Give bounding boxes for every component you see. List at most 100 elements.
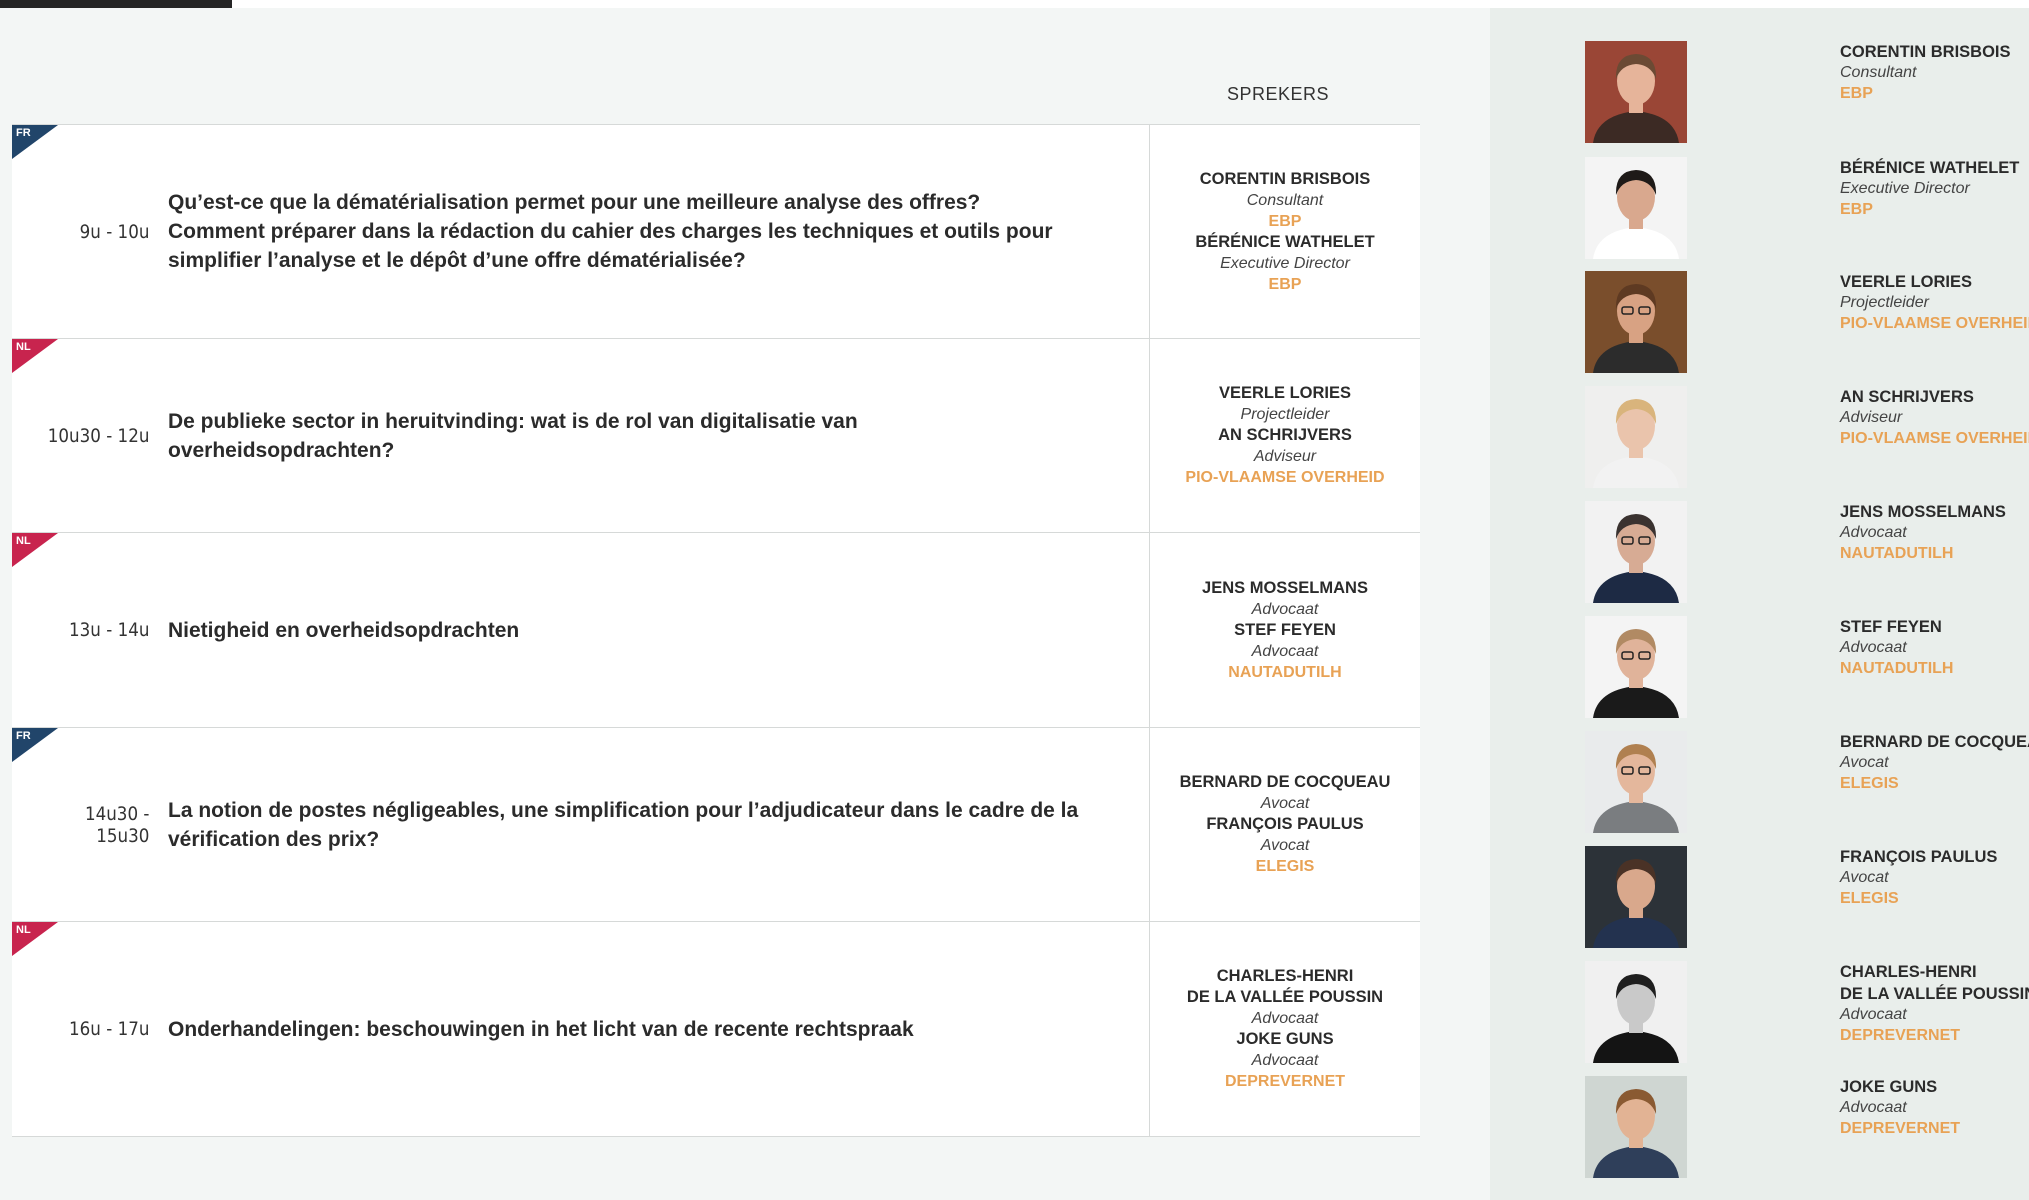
language-tag-label: NL xyxy=(16,924,31,936)
session-speakers: CHARLES-HENRI DE LA VALLÉE POUSSIN Advocaa… xyxy=(1149,922,1420,1136)
speaker-info: BERNARD DE COCQUEAU Avocat ELEGIS xyxy=(1840,731,2029,795)
session-title: De publieke sector in heruitvinding: wat… xyxy=(160,407,1149,465)
session-title: Onderhandelingen: beschouwingen in het l… xyxy=(160,1015,1149,1044)
speaker-role: Avocat xyxy=(1840,754,1889,771)
language-tag-label: FR xyxy=(16,730,31,742)
session-title-line: Nietigheid en overheidsopdrachten xyxy=(168,618,520,642)
speaker-name: FRANÇOIS PAULUS xyxy=(1206,815,1364,833)
speaker-organization: NAUTADUTILH xyxy=(1840,545,1954,562)
language-tag: NL xyxy=(12,533,58,567)
portrait-icon xyxy=(1585,271,1687,373)
speaker-name: JENS MOSSELMANS xyxy=(1202,578,1368,597)
speaker-info: AN SCHRIJVERS Adviseur PIO-VLAAMSE OVERHEI… xyxy=(1840,386,2029,450)
speaker-role: Consultant xyxy=(1840,64,1917,81)
speaker-photo xyxy=(1585,731,1687,833)
portrait-icon xyxy=(1585,1076,1687,1178)
speaker-role: Advocaat xyxy=(1840,524,1907,541)
speaker-org: EBP xyxy=(1268,275,1302,293)
speaker-card: JOKE GUNS Advocaat DEPREVERNET xyxy=(1585,1076,2005,1178)
speaker-name: AN SCHRIJVERS xyxy=(1218,426,1352,444)
language-tag-label: NL xyxy=(16,341,31,353)
session-title: La notion de postes négligeables, une si… xyxy=(160,796,1149,854)
agenda-section: SPREKERS FR 9u - 10u Qu’est-ce que la déma… xyxy=(0,8,1490,1200)
speaker-org: NAUTADUTILH xyxy=(1228,663,1342,681)
speaker-name: STEF FEYEN xyxy=(1234,620,1336,639)
speaker-role: Advocaat xyxy=(1840,1006,1907,1023)
speaker-name: CHARLES-HENRI xyxy=(1840,963,1977,981)
agenda-row: NL 16u - 17u Onderhandelingen: beschouwing… xyxy=(12,922,1420,1137)
speaker-name: FRANÇOIS PAULUS xyxy=(1840,848,1998,866)
session-time: 16u - 17u xyxy=(69,1018,150,1040)
speaker-photo xyxy=(1585,386,1687,488)
portrait-icon xyxy=(1585,157,1687,259)
session-speakers: JENS MOSSELMANS Advocaat STEF FEYEN Advocaa… xyxy=(1149,533,1420,727)
portrait-icon xyxy=(1585,41,1687,143)
session-title-line: De publieke sector in heruitvinding: wat… xyxy=(168,409,858,433)
speaker-role: Avocat xyxy=(1840,869,1889,886)
speaker-org: ELEGIS xyxy=(1255,858,1315,875)
session-time: 14u30 - 15u30 xyxy=(84,802,150,847)
speaker-name: JOKE GUNS xyxy=(1236,1030,1334,1048)
speaker-info: STEF FEYEN Advocaat NAUTADUTILH xyxy=(1840,616,2029,680)
speaker-photo xyxy=(1585,501,1687,603)
portrait-icon xyxy=(1585,961,1687,1063)
session-time: 10u30 - 12u xyxy=(47,424,150,447)
speaker-name: VEERLE LORIES xyxy=(1840,273,1973,291)
speaker-info: CORENTIN BRISBOIS Consultant EBP xyxy=(1840,41,2029,105)
session-title-line: simplifier l’analyse et le dépôt d’une o… xyxy=(168,249,746,272)
speaker-photo xyxy=(1585,157,1687,259)
speaker-card: AN SCHRIJVERS Adviseur PIO-VLAAMSE OVERHEI… xyxy=(1585,386,2029,488)
speaker-name: JOKE GUNS xyxy=(1840,1078,1938,1096)
portrait-icon xyxy=(1585,616,1687,718)
speaker-role: Avocat xyxy=(1260,795,1310,812)
speaker-role: Advocaat xyxy=(1840,1099,1907,1116)
session-title-line: La notion de postes négligeables, une si… xyxy=(168,798,1079,822)
portrait-icon xyxy=(1585,501,1687,603)
agenda-row: FR 9u - 10u Qu’est-ce que la dématérialisa… xyxy=(12,125,1420,339)
speaker-name: VEERLE LORIES xyxy=(1218,384,1352,402)
speaker-card: JENS MOSSELMANS Advocaat NAUTADUTILH xyxy=(1585,501,2006,603)
language-tag: NL xyxy=(12,922,58,956)
speaker-organization: DEPREVERNET xyxy=(1840,1120,1961,1137)
speaker-info: JENS MOSSELMANS Advocaat NAUTADUTILH xyxy=(1840,501,2029,565)
speaker-role: Executive Director xyxy=(1840,180,1970,197)
session-time: 9u - 10u xyxy=(79,220,150,243)
session-speakers: VEERLE LORIES Projectleider AN SCHRIJVERS A… xyxy=(1149,339,1420,532)
speaker-name: BERNARD DE COCQUEAU xyxy=(1179,773,1391,791)
speaker-name: BÉRÉNICE WATHELET xyxy=(1840,159,2020,177)
agenda-row: FR 14u30 - 15u30 La notion de postes négli… xyxy=(12,728,1420,922)
speaker-card: VEERLE LORIES Projectleider PIO-VLAAMSE OV… xyxy=(1585,271,2029,373)
speaker-role: Adviseur xyxy=(1253,448,1317,465)
speaker-role: Adviseur xyxy=(1840,409,1903,426)
session-title-line: Qu’est-ce que la dématérialisation perme… xyxy=(168,191,981,214)
speaker-name: JENS MOSSELMANS xyxy=(1840,503,2006,521)
speaker-role: Advocaat xyxy=(1251,600,1319,618)
speaker-name: DE LA VALLÉE POUSSIN xyxy=(1840,985,2029,1003)
speaker-card: CORENTIN BRISBOIS Consultant EBP xyxy=(1585,41,2011,143)
speaker-info: CHARLES-HENRI DE LA VALLÉE POUSSIN Advocaa… xyxy=(1840,961,2029,1047)
speaker-role: Advocaat xyxy=(1251,1052,1319,1069)
speaker-info: VEERLE LORIES Projectleider PIO-VLAAMSE OV… xyxy=(1840,271,2029,335)
language-tag: FR xyxy=(12,125,58,159)
speaker-card: FRANÇOIS PAULUS Avocat ELEGIS xyxy=(1585,846,2005,948)
speaker-photo xyxy=(1585,616,1687,718)
speaker-organization: DEPREVERNET xyxy=(1840,1027,1961,1044)
top-bar-inactive-segment xyxy=(232,0,2029,8)
top-bar-active-segment xyxy=(0,0,232,8)
speaker-name: CHARLES-HENRI xyxy=(1216,967,1354,985)
speaker-name: BERNARD DE COCQUEAU xyxy=(1840,733,2029,751)
top-bar xyxy=(0,0,2029,8)
session-speakers: CORENTIN BRISBOIS Consultant EBP BÉRÉNICE W… xyxy=(1149,125,1420,338)
language-tag-label: FR xyxy=(16,127,31,139)
session-title: Qu’est-ce que la dématérialisation perme… xyxy=(160,188,1149,275)
speaker-name: CORENTIN BRISBOIS xyxy=(1199,169,1371,188)
speaker-info: JOKE GUNS Advocaat DEPREVERNET xyxy=(1840,1076,2029,1140)
speakers-column-header: SPREKERS xyxy=(1226,84,1330,104)
portrait-icon xyxy=(1585,386,1687,488)
speaker-role: Projectleider xyxy=(1840,294,1929,311)
speaker-info: FRANÇOIS PAULUS Avocat ELEGIS xyxy=(1840,846,2029,910)
session-speakers: BERNARD DE COCQUEAU Avocat FRANÇOIS PAULUS… xyxy=(1149,728,1420,921)
language-tag: FR xyxy=(12,728,58,762)
speaker-photo xyxy=(1585,271,1687,373)
speaker-role: Consultant xyxy=(1246,191,1324,209)
